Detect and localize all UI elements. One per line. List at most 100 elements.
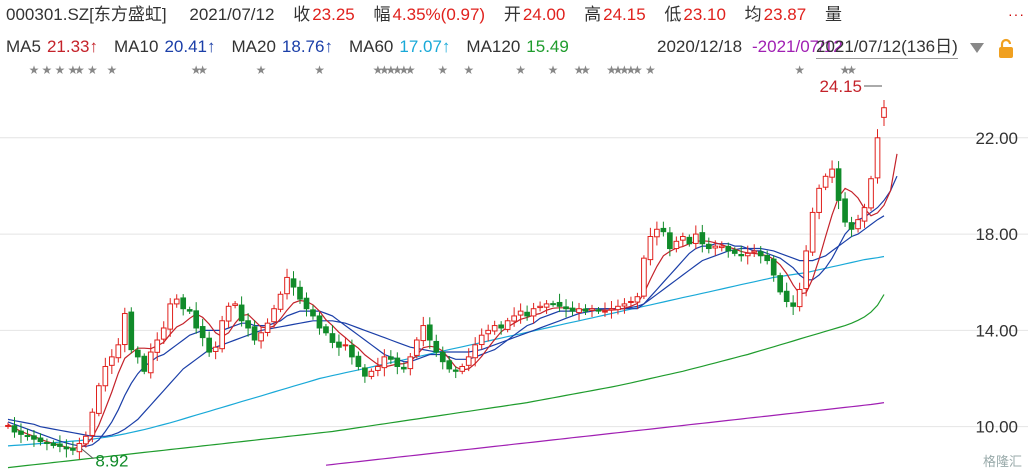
candle-body (238, 304, 245, 322)
candle-body (193, 310, 200, 329)
ma20-label: MA20 (231, 37, 276, 56)
watermark: 格隆汇 (982, 454, 1022, 469)
candle-body (485, 329, 492, 335)
candle-body (634, 296, 641, 303)
event-star[interactable]: ★ (55, 63, 66, 77)
triangle-down-icon[interactable] (970, 43, 984, 53)
event-star[interactable]: ★ (29, 63, 40, 77)
candle-body (530, 308, 537, 317)
candle-body (57, 443, 63, 447)
event-star[interactable]: ★ (548, 63, 559, 77)
candle-body (368, 370, 375, 377)
candle-body (692, 233, 699, 244)
candle-body (108, 356, 115, 366)
candle-body (303, 297, 310, 310)
event-star[interactable]: ★ (74, 63, 85, 77)
event-star[interactable]: ★ (463, 63, 474, 77)
candle-body (582, 308, 589, 312)
candle-body (615, 305, 621, 311)
period-selector[interactable]: 2021/07/12(136日) (816, 36, 958, 59)
candle-body (556, 301, 563, 307)
event-marks: ★ ★ ★ ★★ ★ ★ ★★ ★ ★ ★★★★★★ ★ ★ ★ ★ ★★ ★★★★★ ★ ★ ★★ (29, 63, 857, 77)
candle-body (835, 168, 842, 201)
candle-body (167, 303, 174, 330)
candle-body (180, 297, 187, 310)
open-value: 24.00 (522, 5, 566, 24)
range-start: 2020/12/18 (657, 37, 743, 56)
candle-body (277, 293, 284, 310)
candle-body (705, 243, 712, 250)
candle-body (569, 307, 576, 312)
event-star[interactable]: ★ (846, 63, 857, 77)
candle-body (680, 236, 686, 241)
ma5-value: 21.33↑ (46, 37, 99, 56)
event-star[interactable]: ★ (515, 63, 526, 77)
candle-body (18, 430, 24, 435)
close-label: 收 (293, 5, 311, 24)
candle-body (621, 303, 628, 307)
event-star[interactable]: ★ (405, 63, 416, 77)
quote-header: 000301.SZ[东方盛虹] 2021/07/12 收 23.25 幅 4.35%… (6, 4, 1028, 26)
candle-body (323, 326, 329, 334)
event-star[interactable]: ★ (794, 63, 805, 77)
event-star[interactable]: ★ (645, 63, 656, 77)
ma5-line (7, 153, 898, 449)
candle-body (50, 442, 57, 446)
candle-body (738, 254, 745, 257)
candle-body (70, 447, 76, 451)
candle-body (147, 351, 154, 374)
event-star[interactable]: ★ (42, 63, 53, 77)
candle-body (342, 344, 349, 347)
close-value: 23.25 (312, 5, 355, 24)
candle-body (413, 339, 420, 356)
candle-body (141, 355, 148, 372)
ma10-line (7, 175, 898, 448)
ma10-label: MA10 (114, 37, 159, 56)
candle-body (134, 349, 141, 358)
more-dots-icon[interactable]: ··· (1008, 6, 1025, 22)
candle-body (439, 351, 446, 363)
candle-body (310, 309, 316, 317)
event-star[interactable]: ★ (197, 63, 208, 77)
event-star[interactable]: ★ (437, 63, 448, 77)
candle-body (478, 334, 485, 346)
ma5-label: MA5 (6, 37, 41, 56)
candle-body (452, 369, 459, 372)
stock-code: 000301.SZ[东方盛虹] (6, 5, 167, 24)
candle-body (595, 309, 602, 312)
candle-body (329, 333, 336, 343)
range-overlay: 2020/12/18 -2021/07/12 (657, 36, 843, 58)
event-star[interactable]: ★ (314, 63, 325, 77)
candle-body (394, 357, 401, 367)
candle-body (511, 315, 517, 322)
lock-icon[interactable] (995, 38, 1017, 60)
ma20-line (7, 215, 885, 437)
event-star[interactable]: ★ (580, 63, 591, 77)
candle-body (524, 311, 530, 317)
low-value: 23.10 (683, 5, 726, 24)
event-star[interactable]: ★ (632, 63, 643, 77)
candle-body (563, 306, 569, 310)
event-star[interactable]: ★ (106, 63, 117, 77)
volume-label: 量 (824, 5, 842, 24)
candle-body (349, 344, 355, 358)
candle-body (173, 298, 180, 305)
candle-body (232, 303, 238, 306)
candle-body (128, 311, 135, 351)
candle-body (712, 245, 719, 249)
candle-body (160, 327, 167, 340)
event-star[interactable]: ★ (256, 63, 267, 77)
candle-body (271, 308, 277, 323)
candle-body (37, 437, 44, 443)
candle-body (608, 308, 615, 311)
candle-body (731, 249, 738, 254)
candle-body (868, 178, 874, 209)
y-tick-label: 18.00 (975, 225, 1018, 244)
candle-body (816, 187, 822, 213)
candle-body (744, 252, 751, 257)
candle-body (446, 360, 453, 370)
event-star[interactable]: ★ (87, 63, 98, 77)
ma250-line (325, 402, 885, 466)
candle-body (855, 219, 861, 230)
avg-value: 23.87 (763, 5, 807, 24)
